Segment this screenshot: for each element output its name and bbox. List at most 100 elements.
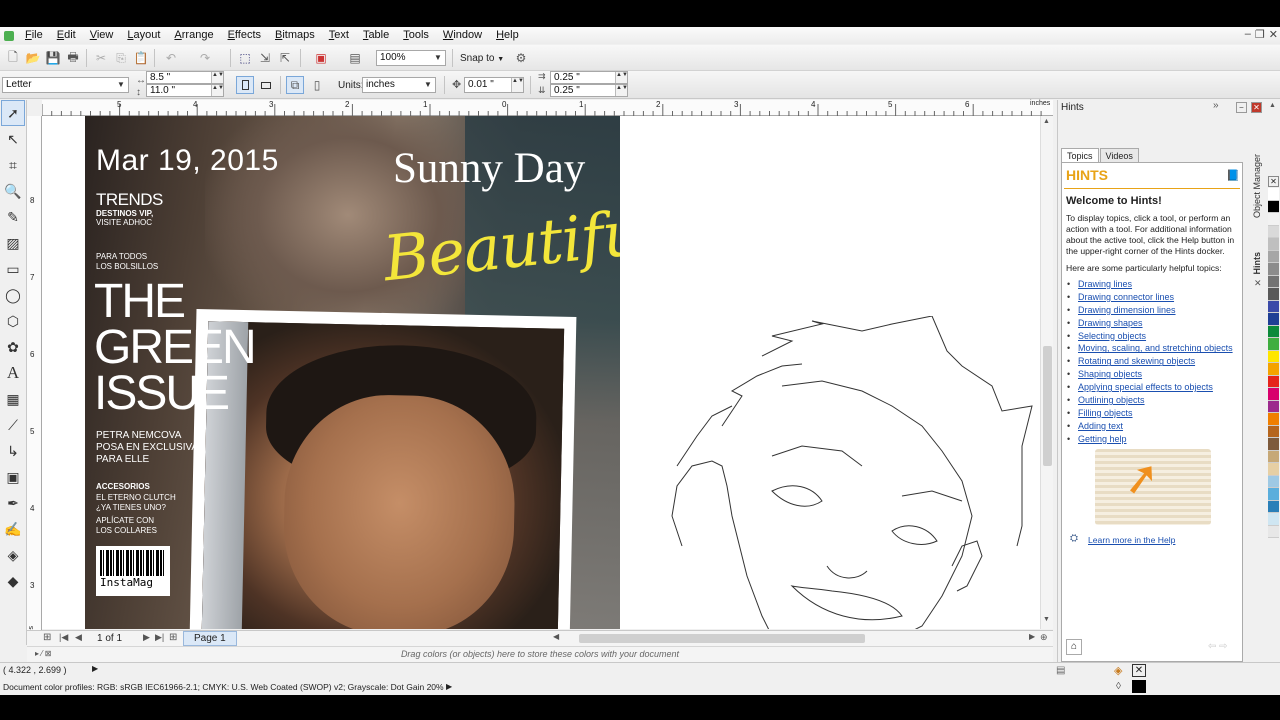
zoom-tool-icon[interactable]: 🔍 xyxy=(1,178,25,204)
basic-shapes-tool-icon[interactable]: ✿ xyxy=(1,334,25,360)
interactive-effects-icon[interactable]: ▣ xyxy=(1,464,25,490)
outline-tool-icon[interactable]: ✍ xyxy=(1,516,25,542)
zoom-level-select[interactable]: 100% ▼ xyxy=(376,50,446,66)
crop-tool-icon[interactable]: ⌗ xyxy=(1,152,25,178)
vertical-ruler[interactable]: 8 7 6 5 4 3 inches xyxy=(27,116,42,657)
drawing-canvas[interactable]: Mar 19, 2015 Sunny Day Beautiful TRENDS … xyxy=(42,116,1040,629)
duplicate-distance-y[interactable]: 0.25 " ▲▼ xyxy=(550,84,628,97)
menu-table[interactable]: Table xyxy=(356,27,396,44)
side-tab-object-manager[interactable]: Object Manager xyxy=(1252,154,1262,218)
menu-arrange[interactable]: Arrange xyxy=(167,27,220,44)
color-swatch[interactable] xyxy=(1268,425,1279,438)
table-tool-icon[interactable]: ▦ xyxy=(1,386,25,412)
page-tab[interactable]: Page 1 xyxy=(183,631,237,646)
palette-scroll-up-icon[interactable]: ▲ xyxy=(1269,102,1276,109)
fill-tool-icon[interactable]: ◈ xyxy=(1,542,25,568)
home-icon[interactable]: ⌂ xyxy=(1066,639,1082,655)
next-page-icon[interactable]: ▶ xyxy=(143,632,150,643)
menu-view[interactable]: View xyxy=(83,27,121,44)
menu-bitmaps[interactable]: Bitmaps xyxy=(268,27,322,44)
add-page-after-icon[interactable]: ⊞ xyxy=(169,632,177,643)
color-swatch[interactable] xyxy=(1268,188,1279,201)
side-tab-hints[interactable]: Hints xyxy=(1252,252,1262,275)
link-getting-help[interactable]: Getting help xyxy=(1066,433,1238,446)
page-height-field[interactable]: 11.0 " ▲▼ xyxy=(146,84,224,97)
color-profiles[interactable]: Document color profiles: RGB: sRGB IEC61… xyxy=(3,682,444,692)
color-swatch[interactable] xyxy=(1268,225,1279,238)
menu-window[interactable]: Window xyxy=(436,27,489,44)
color-swatch[interactable] xyxy=(1268,238,1279,251)
menu-layout[interactable]: Layout xyxy=(120,27,167,44)
duplicate-distance-x[interactable]: 0.25 " ▲▼ xyxy=(550,71,628,84)
close-icon[interactable]: ✕ xyxy=(1269,28,1278,41)
color-swatch[interactable] xyxy=(1268,500,1279,513)
link-filling-objects[interactable]: Filling objects xyxy=(1066,407,1238,420)
horizontal-scroll-thumb[interactable] xyxy=(579,634,865,643)
magazine-cover[interactable]: Mar 19, 2015 Sunny Day Beautiful TRENDS … xyxy=(85,116,620,629)
freehand-tool-icon[interactable]: ✎ xyxy=(1,204,25,230)
connector-tool-icon[interactable]: ↳ xyxy=(1,438,25,464)
color-swatch[interactable] xyxy=(1268,525,1279,538)
welcome-screen-icon[interactable]: ▤ xyxy=(346,49,364,67)
link-rotating-objects[interactable]: Rotating and skewing objects xyxy=(1066,355,1238,368)
search-content-icon[interactable]: ⬚ xyxy=(236,49,254,67)
new-document-icon[interactable]: 🗋 xyxy=(4,49,22,67)
undo-icon[interactable]: ↶ xyxy=(162,49,180,67)
outline-color-swatch[interactable] xyxy=(1132,680,1146,693)
color-swatch[interactable] xyxy=(1268,288,1279,301)
portrait-icon[interactable] xyxy=(236,76,254,94)
menu-effects[interactable]: Effects xyxy=(221,27,268,44)
color-swatch[interactable] xyxy=(1268,275,1279,288)
color-swatch[interactable] xyxy=(1268,413,1279,426)
color-swatch[interactable] xyxy=(1268,513,1279,526)
collapse-docker-icon[interactable]: » xyxy=(1213,100,1219,111)
color-swatch[interactable] xyxy=(1268,375,1279,388)
link-dimension-lines[interactable]: Drawing dimension lines xyxy=(1066,304,1238,317)
color-swatch[interactable] xyxy=(1268,338,1279,351)
copy-icon[interactable]: ⎘ xyxy=(112,49,130,67)
no-color-swatch[interactable]: ✕ xyxy=(1268,176,1279,187)
learn-more-link[interactable]: Learn more in the Help xyxy=(1088,535,1175,545)
first-page-icon[interactable]: |◀ xyxy=(59,632,68,643)
link-outlining-objects[interactable]: Outlining objects xyxy=(1066,394,1238,407)
minimize-icon[interactable]: – xyxy=(1245,28,1251,41)
nudge-distance-field[interactable]: 0.01 " ▲▼ xyxy=(464,77,524,93)
color-swatch[interactable] xyxy=(1268,325,1279,338)
document-palette[interactable]: ▸ ⁄ ⊠ Drag colors (or objects) here to s… xyxy=(27,646,1053,662)
menu-edit[interactable]: Edit xyxy=(50,27,83,44)
color-swatch[interactable] xyxy=(1268,263,1279,276)
color-swatch[interactable] xyxy=(1268,388,1279,401)
ellipse-tool-icon[interactable]: ◯ xyxy=(1,282,25,308)
color-swatch[interactable] xyxy=(1268,250,1279,263)
polygon-tool-icon[interactable]: ⬡ xyxy=(1,308,25,334)
vertical-scroll-thumb[interactable] xyxy=(1043,346,1052,466)
menu-help[interactable]: Help xyxy=(489,27,526,44)
vertical-scrollbar[interactable]: ▲ ▼ xyxy=(1040,116,1053,629)
pick-tool-icon[interactable]: ➚ xyxy=(1,100,25,126)
rectangle-tool-icon[interactable]: ▭ xyxy=(1,256,25,282)
profiles-expand-icon[interactable]: ▶ xyxy=(446,682,452,691)
link-moving-objects[interactable]: Moving, scaling, and stretching objects xyxy=(1066,342,1238,355)
back-forward-icons[interactable]: ⇦ ⇨ xyxy=(1208,641,1228,652)
color-swatch[interactable] xyxy=(1268,438,1279,451)
scroll-right-icon[interactable]: ▶ xyxy=(1029,632,1035,641)
link-shaping-objects[interactable]: Shaping objects xyxy=(1066,368,1238,381)
link-selecting-objects[interactable]: Selecting objects xyxy=(1066,330,1238,343)
scroll-left-icon[interactable]: ◀ xyxy=(553,632,559,641)
text-tool-icon[interactable]: A xyxy=(1,360,25,386)
options-icon[interactable]: ⚙ xyxy=(512,49,530,67)
color-swatch[interactable] xyxy=(1268,463,1279,476)
smart-fill-tool-icon[interactable]: ▨ xyxy=(1,230,25,256)
color-swatch[interactable] xyxy=(1268,488,1279,501)
application-launcher-icon[interactable]: ▣ xyxy=(312,49,330,67)
last-page-icon[interactable]: ▶| xyxy=(155,632,164,643)
scroll-down-icon[interactable]: ▼ xyxy=(1043,616,1050,623)
page-size-select[interactable]: Letter ▼ xyxy=(2,77,129,93)
page-width-field[interactable]: 8.5 " ▲▼ xyxy=(146,71,224,84)
tab-videos[interactable]: Videos xyxy=(1099,148,1139,163)
shape-tool-icon[interactable]: ↖ xyxy=(1,126,25,152)
help-book-icon[interactable]: 📘 xyxy=(1226,169,1240,182)
cut-icon[interactable]: ✂ xyxy=(92,49,110,67)
docker-close-icon[interactable]: ✕ xyxy=(1251,102,1262,113)
prev-page-icon[interactable]: ◀ xyxy=(75,632,82,643)
